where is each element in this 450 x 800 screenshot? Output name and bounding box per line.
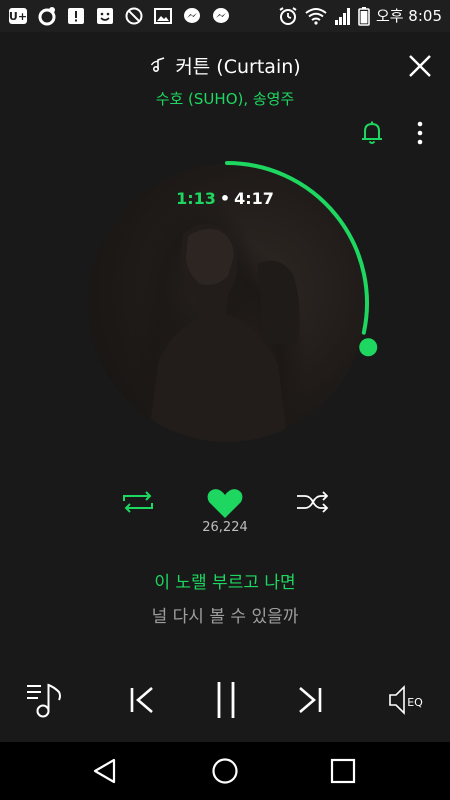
close-icon[interactable] <box>404 50 436 82</box>
clock: 오후 8:05 <box>375 7 442 25</box>
music-app-icon <box>38 7 56 26</box>
wifi-icon <box>305 7 327 25</box>
recent-apps-icon[interactable] <box>328 756 358 786</box>
battery-icon <box>358 6 370 26</box>
system-status: 오후 8:05 <box>278 5 442 26</box>
pause-icon[interactable] <box>214 678 238 722</box>
messenger-icon <box>184 8 200 23</box>
image-icon <box>154 8 172 24</box>
signal-icon <box>334 7 350 25</box>
artist-name[interactable]: 수호 (SUHO), 송영주 <box>0 88 450 109</box>
alert-icon <box>68 8 84 24</box>
block-icon <box>125 7 143 25</box>
face-icon <box>97 8 113 24</box>
shuffle-icon[interactable] <box>296 491 330 513</box>
u-plus-icon: U+ <box>9 8 27 24</box>
lyrics-cast-icon <box>151 57 165 73</box>
next-icon[interactable] <box>294 678 326 722</box>
total-time: 4:17 <box>234 189 274 208</box>
previous-icon[interactable] <box>126 678 158 722</box>
time-display: 1:13 • 4:17 <box>0 189 450 208</box>
eq-label: EQ <box>407 696 423 709</box>
repeat-icon[interactable] <box>120 491 156 513</box>
time-separator: • <box>219 189 231 208</box>
home-icon[interactable] <box>210 756 240 786</box>
song-title: 커튼 (Curtain) <box>0 52 450 79</box>
notification-icons: U+ <box>8 6 231 26</box>
status-bar: U+ 오후 8:05 <box>0 0 450 32</box>
navigation-bar <box>0 742 450 800</box>
messenger-icon <box>213 8 229 23</box>
alarm-icon <box>279 6 297 25</box>
progress-knob[interactable] <box>359 338 378 357</box>
playlist-icon[interactable] <box>26 678 64 722</box>
song-title-text: 커튼 (Curtain) <box>175 56 301 78</box>
heart-icon[interactable] <box>206 488 244 520</box>
like-count: 26,224 <box>202 520 248 535</box>
bell-icon[interactable] <box>360 120 384 146</box>
current-time: 1:13 <box>176 189 216 208</box>
lyric-current[interactable]: 이 노랠 부르고 나면 <box>0 568 450 593</box>
equalizer-icon[interactable]: EQ <box>388 678 428 722</box>
back-icon[interactable] <box>90 756 120 786</box>
lyric-next[interactable]: 널 다시 볼 수 있을까 <box>0 602 450 627</box>
more-options-icon[interactable] <box>412 120 428 146</box>
svg-text:U+: U+ <box>9 10 27 23</box>
